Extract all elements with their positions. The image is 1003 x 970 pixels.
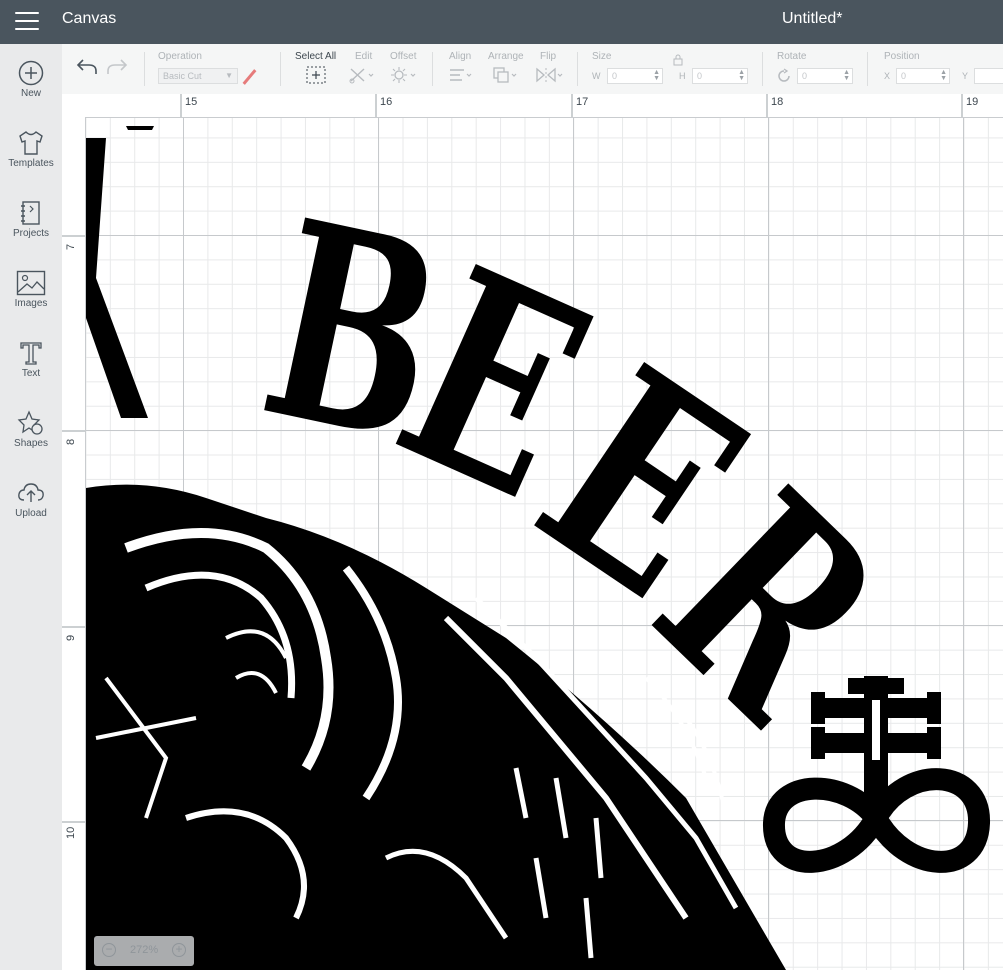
nav-label: Templates [8, 158, 54, 169]
align-icon[interactable] [448, 66, 476, 84]
height-field[interactable]: 0 ▲ ▼ [692, 68, 748, 84]
ruler-number: 7 [65, 243, 77, 250]
zoom-out-button[interactable]: − [102, 943, 116, 957]
nav-label: New [20, 88, 41, 99]
stepper-icon[interactable]: ▲ ▼ [940, 69, 947, 82]
size-w-prefix: W [592, 71, 601, 81]
redo-icon[interactable] [106, 58, 128, 76]
document-title[interactable]: Untitled* [782, 10, 842, 28]
chevron-down-icon: ▼ [225, 71, 233, 80]
position-label: Position [884, 51, 920, 62]
toolbar-separator [144, 52, 145, 86]
position-x-prefix: X [884, 71, 891, 81]
ruler-number: 19 [966, 96, 979, 108]
toolbar-separator [280, 52, 281, 86]
image-icon [16, 270, 46, 296]
position-x-value: 0 [901, 71, 907, 81]
flip-label: Flip [540, 51, 557, 62]
nav-new[interactable]: New [0, 60, 62, 120]
stepper-icon[interactable]: ▲ ▼ [843, 69, 850, 82]
tshirt-icon [19, 131, 43, 155]
rotate-label: Rotate [777, 51, 807, 62]
artwork-partial-letter [86, 138, 148, 418]
horizontal-ruler: 15 16 17 18 19 [62, 94, 1003, 118]
leviathan-cross-symbol [763, 676, 990, 873]
stepper-icon[interactable]: ▲ ▼ [653, 69, 660, 82]
toolbar-separator [577, 52, 578, 86]
design-canvas[interactable]: B E E R [86, 118, 1003, 970]
rotate-field[interactable]: 0 ▲ ▼ [797, 68, 853, 84]
app-title: Canvas [62, 10, 117, 27]
nav-label: Images [14, 298, 48, 309]
nav-label: Projects [12, 228, 50, 239]
ruler-number: 15 [185, 96, 198, 108]
nav-images[interactable]: Images [0, 270, 62, 330]
size-h-prefix: H [679, 71, 686, 81]
scissors-icon[interactable] [348, 66, 376, 84]
size-label: Size [592, 51, 612, 62]
lock-icon[interactable] [672, 54, 684, 66]
nav-shapes[interactable]: Shapes [0, 410, 62, 470]
ruler-number: 17 [576, 96, 589, 108]
shapes-icon [17, 410, 43, 435]
toolbar-separator [867, 52, 868, 86]
zoom-in-button[interactable]: + [172, 943, 186, 957]
ruler-ticks [180, 94, 963, 117]
undo-icon[interactable] [76, 58, 98, 76]
vertical-ruler: 7 8 9 10 [62, 117, 86, 970]
align-label: Align [449, 51, 472, 62]
artwork-partial-letter-stub [126, 126, 154, 130]
nav-projects[interactable]: Projects [0, 200, 62, 260]
rotate-value: 0 [802, 71, 808, 81]
nav-label: Upload [15, 508, 47, 519]
flip-icon[interactable] [535, 66, 565, 84]
operation-value: Basic Cut [163, 71, 202, 81]
offset-icon[interactable] [390, 66, 418, 84]
operation-select[interactable]: Basic Cut ▼ [158, 68, 238, 84]
position-y-prefix: Y [962, 71, 969, 81]
toolbar-separator [432, 52, 433, 86]
nav-text[interactable]: Text [0, 340, 62, 400]
cloud-upload-icon [18, 483, 44, 502]
nav-templates[interactable]: Templates [0, 130, 62, 190]
position-y-field[interactable] [974, 68, 1003, 84]
zoom-level: 272% [130, 944, 159, 956]
left-nav: New Templates Projects Images Text Shape… [0, 44, 63, 970]
position-x-field[interactable]: 0 ▲ ▼ [896, 68, 950, 84]
offset-label: Offset [390, 51, 417, 62]
plus-circle-icon [18, 60, 44, 86]
linetype-color-icon[interactable] [242, 69, 257, 85]
select-all-icon[interactable] [306, 66, 326, 84]
ruler-number: 8 [65, 438, 77, 445]
edit-toolbar: Operation Basic Cut ▼ Select All Edit Off… [62, 44, 1003, 95]
arrange-label: Arrange [488, 51, 524, 62]
nav-label: Text [21, 368, 41, 379]
ruler-number: 10 [65, 826, 77, 839]
arrange-icon[interactable] [492, 66, 520, 84]
stepper-icon[interactable]: ▲ ▼ [738, 69, 745, 82]
rotate-icon[interactable] [776, 68, 792, 84]
nav-label: Shapes [14, 438, 48, 449]
zoom-control: − 272% + [94, 936, 194, 966]
nav-upload[interactable]: Upload [0, 480, 62, 540]
operation-label: Operation [158, 51, 202, 62]
width-value: 0 [612, 71, 618, 81]
width-field[interactable]: 0 ▲ ▼ [607, 68, 663, 84]
toolbar-separator [762, 52, 763, 86]
select-all-label: Select All [295, 51, 337, 62]
notebook-icon [21, 201, 40, 225]
ruler-number: 16 [380, 96, 393, 108]
height-value: 0 [697, 71, 703, 81]
ruler-number: 9 [65, 634, 77, 641]
edit-label: Edit [355, 51, 373, 62]
artwork[interactable]: B E E R [86, 118, 1003, 970]
menu-icon[interactable] [15, 12, 39, 32]
text-icon [20, 342, 42, 365]
top-bar: Canvas Untitled* [0, 0, 1003, 44]
ruler-number: 18 [771, 96, 784, 108]
